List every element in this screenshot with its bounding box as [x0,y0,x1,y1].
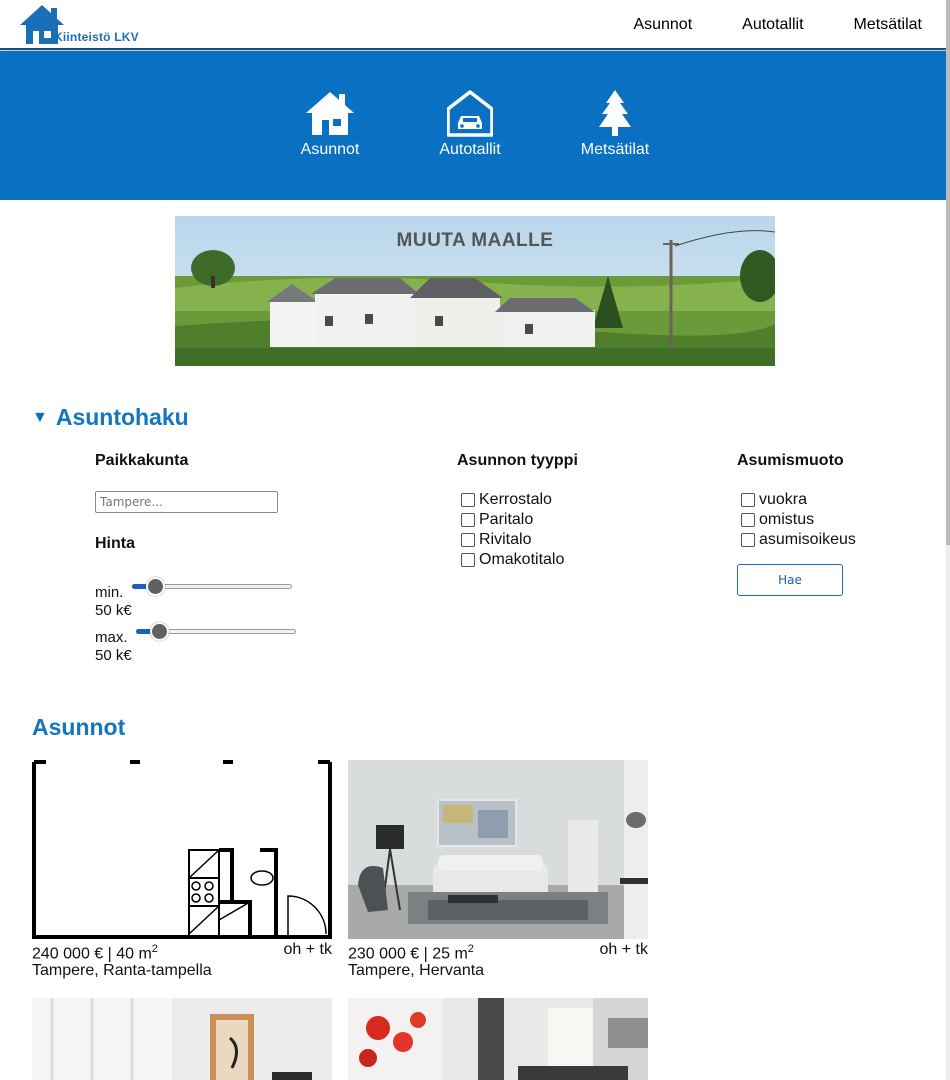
checkbox-box[interactable] [741,513,755,527]
scrollbar-thumb[interactable] [946,0,950,545]
checkbox-box[interactable] [461,553,475,567]
checkbox-label: vuokra [759,491,808,508]
floorplan-icon [32,760,332,939]
checkbox-label: Kerrostalo [479,491,552,508]
bright-room-image [32,998,332,1080]
hero-item-metsatilat[interactable]: Metsätilat [580,89,650,159]
promo-banner[interactable]: MUUTA MAALLE [175,216,775,366]
living-room-photo [348,760,648,939]
price-min-slider[interactable] [132,576,292,596]
nav-link-metsatilat[interactable]: Metsätilat [854,16,922,34]
price-max-value: 50 k€ [95,647,132,664]
listing-price-area: 240 000 € | 40 m2 [32,943,158,963]
hero-item-label: Autotallit [439,141,501,158]
checkbox-kerrostalo[interactable]: Kerrostalo [458,490,564,510]
checkbox-box[interactable] [461,493,475,507]
listing-summary: 240 000 € | 40 m2 oh + tk [32,941,332,963]
listing-card[interactable]: 240 000 € | 40 m2 oh + tk Tampere, Ranta… [32,760,332,980]
listing-card[interactable] [32,998,332,1080]
checkbox-box[interactable] [741,533,755,547]
house-icon [306,92,354,135]
price-max-label: max. 50 k€ [95,629,132,665]
checkbox-omakotitalo[interactable]: Omakotitalo [458,550,564,570]
listing-summary: 230 000 € | 25 m2 oh + tk [348,941,648,963]
checkbox-asumisoikeus[interactable]: asumisoikeus [738,530,856,550]
banner-title: MUUTA MAALLE [396,230,554,251]
checkbox-label: Rivitalo [479,531,532,548]
listings-title: Asunnot [32,714,126,740]
hero-item-label: Metsätilat [580,141,650,158]
logo-text: Kiinteistö LKV [54,30,139,44]
listing-rooms: oh + tk [599,941,648,958]
checkbox-paritalo[interactable]: Paritalo [458,510,564,530]
checkbox-label: Paritalo [479,511,534,528]
tree-icon [599,90,631,136]
top-navigation: Kiinteistö LKV Asunnot Autotallit Metsät… [0,0,946,50]
main-menu: Asunnot Autotallit Metsätilat [633,16,922,34]
checkbox-box[interactable] [461,513,475,527]
listing-location: Tampere, Ranta-tampella [32,962,212,979]
price-max-caption: max. [95,629,128,646]
listing-card[interactable] [348,998,648,1080]
checkbox-omistus[interactable]: omistus [738,510,856,530]
hero-item-autotallit[interactable]: Autotallit [439,89,501,159]
checkbox-label: asumisoikeus [759,531,856,548]
hero-item-asunnot[interactable]: Asunnot [300,89,360,159]
hero-item-label: Asunnot [300,141,360,158]
apartment-type-options: Kerrostalo Paritalo Rivitalo Omakotitalo [458,490,564,570]
floorplan-image [32,760,332,939]
slider-thumb[interactable] [146,577,166,596]
search-button[interactable]: Hae [737,564,843,596]
location-input[interactable] [95,491,278,513]
price-max-slider[interactable] [136,621,296,641]
garage-icon [447,90,493,137]
checkbox-label: omistus [759,511,815,528]
tenure-options: vuokra omistus asumisoikeus [738,490,856,550]
nav-link-autotallit[interactable]: Autotallit [742,16,803,34]
listing-rooms: oh + tk [283,941,332,958]
category-hero: Asunnot Autotallit Metsätilat [0,51,946,200]
listing-price-area: 230 000 € | 25 m2 [348,943,474,963]
slider-thumb[interactable] [150,622,170,641]
checkbox-vuokra[interactable]: vuokra [738,490,856,510]
price-min-label: min. 50 k€ [95,584,132,620]
listing-card[interactable]: 230 000 € | 25 m2 oh + tk Tampere, Herva… [348,760,648,980]
search-title: Asuntohaku [55,404,189,430]
price-min-value: 50 k€ [95,602,132,619]
apartment-type-label: Asunnon tyyppi [457,452,578,469]
living-room-image [348,760,648,939]
checkbox-label: Omakotitalo [479,551,565,568]
location-label: Paikkakunta [95,452,189,469]
listing-location: Tampere, Hervanta [348,962,485,979]
price-min-caption: min. [95,584,124,601]
nav-link-asunnot[interactable]: Asunnot [633,16,692,34]
checkbox-box[interactable] [461,533,475,547]
price-label: Hinta [95,535,135,552]
checkbox-rivitalo[interactable]: Rivitalo [458,530,564,550]
checkbox-box[interactable] [741,493,755,507]
scrollbar[interactable] [946,0,950,1080]
triangle-down-icon: ▼ [32,408,48,426]
kitchen-room-image [348,998,648,1080]
logo[interactable]: Kiinteistö LKV [18,3,158,47]
search-toggle[interactable]: ▼ Asuntohaku [32,404,189,431]
tenure-label: Asumismuoto [737,452,844,469]
